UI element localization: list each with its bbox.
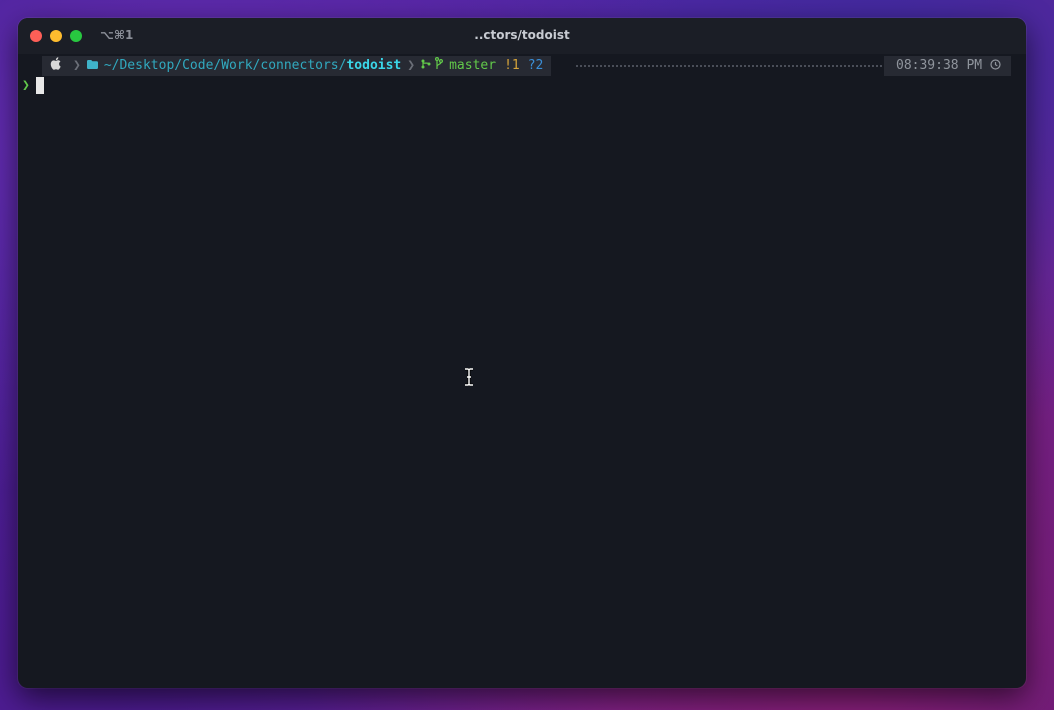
git-untracked-count: ?2 — [527, 58, 544, 73]
git-branch-name: master — [449, 58, 497, 73]
path-prefix: ~/Desktop/Code/Work/connectors/ — [103, 58, 347, 73]
segment-separator: ❯ — [407, 58, 416, 73]
prompt-filler-dots — [576, 65, 886, 67]
ibeam-cursor-icon — [463, 367, 475, 387]
terminal-window[interactable]: ⌥⌘1 ..ctors/todoist ❯ ~/Desktop/Code/Wor… — [18, 18, 1026, 688]
segment-separator: ❯ — [73, 58, 81, 73]
prompt-time: 08:39:38 PM — [896, 58, 983, 73]
apple-icon — [50, 56, 61, 76]
window-title: ..ctors/todoist — [474, 28, 570, 42]
prompt-symbol: ❯ — [22, 77, 30, 93]
prompt-right-segment: 08:39:38 PM — [884, 56, 1012, 76]
text-cursor — [35, 76, 44, 94]
prompt-left-segment: ❯ ~/Desktop/Code/Work/connectors/todoist… — [42, 56, 552, 76]
folder-icon — [86, 56, 98, 76]
git-icon — [421, 56, 431, 76]
title-bar[interactable]: ⌥⌘1 ..ctors/todoist — [18, 18, 1026, 54]
path-current-dir: todoist — [346, 58, 402, 73]
prompt-line: ❯ ~/Desktop/Code/Work/connectors/todoist… — [18, 56, 1026, 76]
clock-icon — [990, 56, 1001, 76]
command-input-line[interactable]: ❯ — [22, 76, 44, 94]
git-modified-count: !1 — [504, 58, 520, 73]
branch-icon — [435, 56, 444, 76]
